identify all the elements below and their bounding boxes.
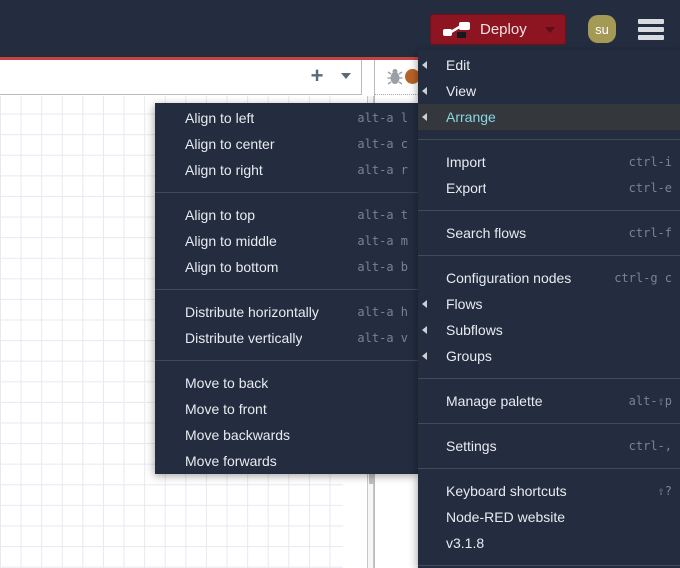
menu-separator	[418, 255, 680, 256]
arrange-item-move-to-back[interactable]: Move to back	[155, 370, 418, 396]
header: Deploy su	[0, 0, 680, 57]
menu-item-shortcut: ⇧?	[657, 484, 672, 498]
submenu-arrow-icon	[422, 352, 427, 360]
menu-item-import[interactable]: Import ctrl-i	[418, 149, 680, 175]
menu-item-v3-1-8[interactable]: v3.1.8	[418, 530, 680, 556]
arrange-item-label: Align to top	[185, 207, 256, 223]
user-avatar[interactable]: su	[588, 15, 616, 43]
arrange-item-align-to-top[interactable]: Align to top alt-a t	[155, 202, 418, 228]
arrange-item-align-to-left[interactable]: Align to left alt-a l	[155, 105, 418, 131]
menu-separator	[418, 565, 680, 566]
menu-item-export[interactable]: Export ctrl-e	[418, 175, 680, 201]
menu-item-configuration-nodes[interactable]: Configuration nodes ctrl-g c	[418, 265, 680, 291]
menu-item-manage-palette[interactable]: Manage palette alt-⇧p	[418, 388, 680, 414]
menu-item-label: Flows	[446, 296, 483, 312]
arrange-item-distribute-vertically[interactable]: Distribute vertically alt-a v	[155, 325, 418, 351]
arrange-item-move-to-front[interactable]: Move to front	[155, 396, 418, 422]
menu-separator	[418, 468, 680, 469]
arrange-separator	[155, 289, 418, 290]
menu-item-label: Export	[446, 180, 487, 196]
arrange-item-label: Align to bottom	[185, 259, 279, 275]
menu-item-label: Arrange	[446, 109, 496, 125]
arrange-item-label: Move backwards	[185, 427, 291, 443]
arrange-item-align-to-bottom[interactable]: Align to bottom alt-a b	[155, 254, 418, 280]
menu-item-settings[interactable]: Settings ctrl-,	[418, 433, 680, 459]
menu-item-label: Settings	[446, 438, 497, 454]
arrange-item-shortcut: alt-a v	[357, 331, 408, 345]
deploy-button[interactable]: Deploy	[430, 14, 566, 45]
arrange-item-label: Distribute horizontally	[185, 304, 319, 320]
arrange-item-label: Distribute vertically	[185, 330, 303, 346]
menu-item-search-flows[interactable]: Search flows ctrl-f	[418, 220, 680, 246]
menu-item-label: v3.1.8	[446, 535, 485, 551]
menu-item-shortcut: ctrl-f	[628, 226, 672, 240]
submenu-arrow-icon	[422, 61, 427, 69]
arrange-item-align-to-center[interactable]: Align to center alt-a c	[155, 131, 418, 157]
menu-item-shortcut: ctrl-,	[628, 439, 672, 453]
deploy-options-caret-icon[interactable]	[545, 26, 555, 33]
main-menu-dropdown: Edit View Arrange Import ctrl-i Export ctrl-e S…	[418, 50, 680, 568]
arrange-item-label: Align to left	[185, 110, 255, 126]
menu-item-label: Manage palette	[446, 393, 543, 409]
menu-item-label: Keyboard shortcuts	[446, 483, 567, 499]
menu-separator	[418, 210, 680, 211]
menu-item-subflows[interactable]: Subflows	[418, 317, 680, 343]
menu-separator	[418, 139, 680, 140]
arrange-item-shortcut: alt-a m	[357, 234, 408, 248]
deploy-button-label: Deploy	[480, 21, 527, 38]
hamburger-icon	[638, 19, 664, 24]
arrange-item-shortcut: alt-a r	[357, 163, 408, 177]
menu-separator	[418, 423, 680, 424]
flow-list-chevron-down-icon[interactable]	[341, 73, 351, 79]
submenu-arrow-icon	[422, 326, 427, 334]
menu-item-view[interactable]: View	[418, 78, 680, 104]
arrange-separator	[155, 360, 418, 361]
arrange-item-label: Move forwards	[185, 453, 277, 469]
arrange-item-align-to-right[interactable]: Align to right alt-a r	[155, 157, 418, 183]
arrange-item-move-backwards[interactable]: Move backwards	[155, 422, 418, 448]
menu-item-label: Groups	[446, 348, 492, 364]
arrange-item-shortcut: alt-a c	[357, 137, 408, 151]
arrange-submenu: Align to left alt-a l Align to center alt-a…	[155, 103, 418, 474]
arrange-item-label: Align to right	[185, 162, 263, 178]
menu-item-keyboard-shortcuts[interactable]: Keyboard shortcuts ⇧?	[418, 478, 680, 504]
arrange-item-label: Align to center	[185, 136, 275, 152]
arrange-item-shortcut: alt-a t	[357, 208, 408, 222]
arrange-item-distribute-horizontally[interactable]: Distribute horizontally alt-a h	[155, 299, 418, 325]
menu-item-flows[interactable]: Flows	[418, 291, 680, 317]
menu-item-shortcut: alt-⇧p	[628, 394, 672, 408]
menu-item-label: Search flows	[446, 225, 527, 241]
arrange-separator	[155, 192, 418, 193]
arrange-item-move-forwards[interactable]: Move forwards	[155, 448, 418, 474]
submenu-arrow-icon	[422, 113, 427, 121]
deploy-icon	[443, 21, 470, 38]
menu-item-label: Node-RED website	[446, 509, 566, 525]
arrange-item-shortcut: alt-a h	[357, 305, 408, 319]
arrange-item-align-to-middle[interactable]: Align to middle alt-a m	[155, 228, 418, 254]
menu-item-shortcut: ctrl-i	[628, 155, 672, 169]
menu-item-shortcut: ctrl-e	[628, 181, 672, 195]
menu-item-label: Import	[446, 154, 486, 170]
add-flow-button[interactable]: +	[304, 62, 330, 90]
arrange-item-shortcut: alt-a b	[357, 260, 408, 274]
arrange-item-label: Move to front	[185, 401, 267, 417]
node-red-app: Deploy su + Align to left alt-a l Align …	[0, 0, 680, 568]
menu-item-shortcut: ctrl-g c	[614, 271, 672, 285]
arrange-item-label: Move to back	[185, 375, 269, 391]
debug-bug-icon[interactable]	[387, 68, 403, 86]
menu-item-groups[interactable]: Groups	[418, 343, 680, 369]
submenu-arrow-icon	[422, 87, 427, 95]
menu-item-label: Subflows	[446, 322, 503, 338]
menu-item-node-red-website[interactable]: Node-RED website	[418, 504, 680, 530]
main-menu-button[interactable]	[638, 19, 664, 41]
menu-item-edit[interactable]: Edit	[418, 52, 680, 78]
menu-separator	[418, 378, 680, 379]
arrange-item-shortcut: alt-a l	[357, 111, 408, 125]
arrange-item-label: Align to middle	[185, 233, 277, 249]
submenu-arrow-icon	[422, 300, 427, 308]
menu-item-label: Configuration nodes	[446, 270, 572, 286]
menu-item-arrange[interactable]: Arrange	[418, 104, 680, 130]
